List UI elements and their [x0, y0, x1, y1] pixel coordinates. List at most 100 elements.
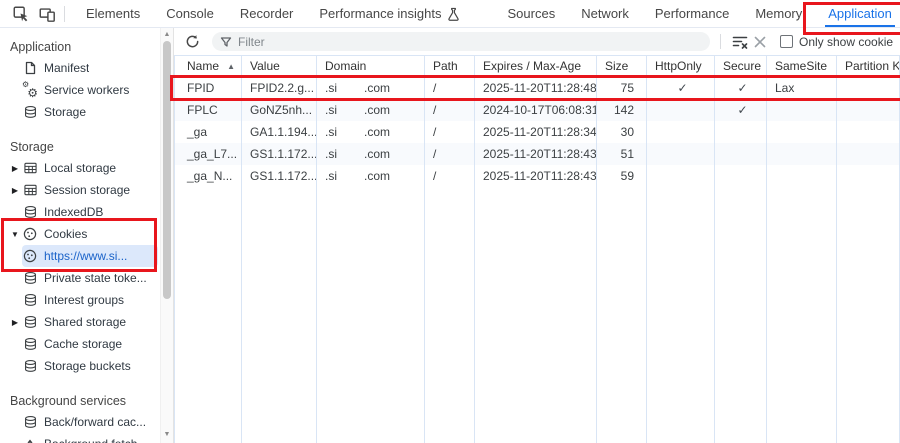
- sidebar-item-private-state-tokens[interactable]: Private state toke...: [0, 267, 160, 289]
- cell-expires: 2025-11-20T11:28:43...: [475, 143, 597, 165]
- filter-input-wrap: [212, 32, 710, 51]
- cell-httponly: [647, 99, 715, 121]
- section-header-background-services: Background services: [0, 391, 160, 411]
- cell-domain: .si.com: [317, 143, 425, 165]
- tab-application[interactable]: Application: [815, 0, 900, 27]
- column-header-path[interactable]: Path: [425, 56, 475, 76]
- cell-secure: ✓: [715, 77, 767, 99]
- table-row-fpid[interactable]: FPID FPID2.2.g... .si.com / 2025-11-20T1…: [174, 77, 900, 99]
- cell-secure: [715, 121, 767, 143]
- sidebar-item-background-fetch[interactable]: Background fetch: [0, 433, 160, 443]
- cell-domain: .si.com: [317, 121, 425, 143]
- tab-sources[interactable]: Sources: [495, 0, 569, 27]
- expand-arrow-icon[interactable]: ▶: [8, 186, 22, 195]
- cell-secure: ✓: [715, 99, 767, 121]
- gears-icon: ⚙⚙: [22, 82, 38, 98]
- column-header-partition-key[interactable]: Partition K: [837, 56, 900, 76]
- column-header-name[interactable]: Name▲: [175, 56, 242, 76]
- cell-value: GA1.1.194...: [242, 121, 317, 143]
- table-row-ga-n[interactable]: _ga_N... GS1.1.172... .si.com / 2025-11-…: [174, 165, 900, 187]
- database-icon: [22, 314, 38, 330]
- cell-expires: 2025-11-20T11:28:34...: [475, 121, 597, 143]
- cell-httponly: ✓: [647, 77, 715, 99]
- sidebar-item-cache-storage[interactable]: Cache storage: [0, 333, 160, 355]
- sidebar-item-local-storage[interactable]: ▶ Local storage: [0, 157, 160, 179]
- column-header-domain[interactable]: Domain: [317, 56, 425, 76]
- scrollbar-thumb[interactable]: [163, 41, 171, 299]
- scroll-up-arrow-icon[interactable]: ▲: [161, 31, 173, 38]
- cell-value: GoNZ5nh...: [242, 99, 317, 121]
- tab-memory[interactable]: Memory: [742, 0, 815, 27]
- database-icon: [22, 414, 38, 430]
- expand-arrow-icon[interactable]: ▶: [8, 164, 22, 173]
- sidebar-scrollbar[interactable]: ▲ ▼: [160, 28, 173, 443]
- tab-network[interactable]: Network: [568, 0, 642, 27]
- tab-console[interactable]: Console: [153, 0, 227, 27]
- sidebar-item-storage-buckets[interactable]: Storage buckets: [0, 355, 160, 377]
- column-header-size[interactable]: Size: [597, 56, 647, 76]
- table-icon: [22, 182, 38, 198]
- cookie-icon: [22, 226, 38, 242]
- cell-expires: 2025-11-20T11:28:48...: [475, 77, 597, 99]
- only-show-cookies-label: Only show cookie: [799, 35, 893, 49]
- cell-value: FPID2.2.g...: [242, 77, 317, 99]
- section-header-storage: Storage: [0, 137, 160, 157]
- tab-performance[interactable]: Performance: [642, 0, 742, 27]
- table-row-ga[interactable]: _ga GA1.1.194... .si.com / 2025-11-20T11…: [174, 121, 900, 143]
- table-header-row: Name▲ Value Domain Path Expires / Max-Ag…: [174, 55, 900, 77]
- cookie-icon: [22, 248, 38, 264]
- column-header-secure[interactable]: Secure: [715, 56, 767, 76]
- collapse-arrow-icon[interactable]: ▼: [8, 230, 22, 239]
- clear-filters-icon[interactable]: [730, 32, 750, 52]
- column-header-value[interactable]: Value: [242, 56, 317, 76]
- database-icon: [22, 292, 38, 308]
- sidebar-item-indexeddb[interactable]: IndexedDB: [0, 201, 160, 223]
- divider: [720, 34, 721, 49]
- tab-elements[interactable]: Elements: [73, 0, 153, 27]
- cell-samesite: [767, 143, 837, 165]
- cell-domain: .si.com: [317, 165, 425, 187]
- application-panel: Application Manifest ⚙⚙ Service workers …: [0, 28, 900, 443]
- tab-recorder[interactable]: Recorder: [227, 0, 306, 27]
- sidebar-item-shared-storage[interactable]: ▶ Shared storage: [0, 311, 160, 333]
- cell-partition-key: [837, 77, 900, 99]
- panel-tabs: Elements Console Recorder Performance in…: [73, 0, 900, 27]
- inspect-element-icon[interactable]: [8, 3, 34, 25]
- experiment-flask-icon: [447, 7, 460, 21]
- refresh-icon[interactable]: [180, 31, 204, 53]
- table-row-ga-l7[interactable]: _ga_L7... GS1.1.172... .si.com / 2025-11…: [174, 143, 900, 165]
- sidebar-item-cookies-origin[interactable]: https://www.si...: [22, 245, 158, 267]
- devtools-tabbar: Elements Console Recorder Performance in…: [0, 0, 900, 28]
- database-icon: [22, 204, 38, 220]
- scroll-down-arrow-icon[interactable]: ▼: [161, 431, 173, 438]
- column-header-httponly[interactable]: HttpOnly: [647, 56, 715, 76]
- sidebar-item-session-storage[interactable]: ▶ Session storage: [0, 179, 160, 201]
- cell-name: FPLC: [175, 99, 242, 121]
- database-icon: [22, 270, 38, 286]
- clear-icon[interactable]: [750, 32, 770, 52]
- cell-secure: [715, 143, 767, 165]
- tab-performance-insights[interactable]: Performance insights: [306, 0, 472, 27]
- column-header-expires[interactable]: Expires / Max-Age: [475, 56, 597, 76]
- cell-samesite: [767, 99, 837, 121]
- sidebar-item-storage[interactable]: Storage: [0, 101, 160, 123]
- cell-value: GS1.1.172...: [242, 165, 317, 187]
- sidebar-item-cookies[interactable]: ▼ Cookies: [0, 223, 160, 245]
- sidebar-item-service-workers[interactable]: ⚙⚙ Service workers: [0, 79, 160, 101]
- section-storage: Storage ▶ Local storage ▶ Session storag…: [0, 137, 160, 377]
- column-header-samesite[interactable]: SameSite: [767, 56, 837, 76]
- cell-path: /: [425, 99, 475, 121]
- cell-path: /: [425, 143, 475, 165]
- only-show-cookies-checkbox[interactable]: [780, 35, 793, 48]
- device-toolbar-icon[interactable]: [34, 3, 60, 25]
- section-background-services: Background services Back/forward cac... …: [0, 391, 160, 443]
- sidebar-item-interest-groups[interactable]: Interest groups: [0, 289, 160, 311]
- expand-arrow-icon[interactable]: ▶: [8, 318, 22, 327]
- cell-size: 30: [597, 121, 647, 143]
- table-row-fplc[interactable]: FPLC GoNZ5nh... .si.com / 2024-10-17T06:…: [174, 99, 900, 121]
- filter-input[interactable]: [238, 35, 702, 49]
- sidebar-item-manifest[interactable]: Manifest: [0, 57, 160, 79]
- sidebar-item-back-forward-cache[interactable]: Back/forward cac...: [0, 411, 160, 433]
- cell-partition-key: [837, 121, 900, 143]
- cell-httponly: [647, 143, 715, 165]
